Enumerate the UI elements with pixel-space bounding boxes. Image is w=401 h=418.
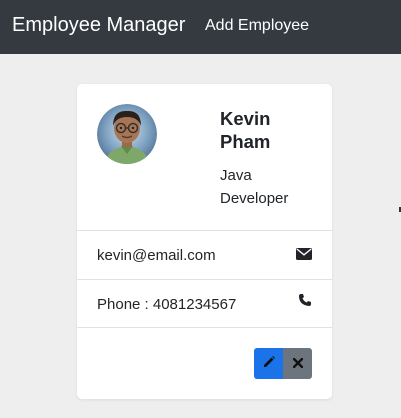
employee-job-title: Java Developer [220, 167, 289, 207]
navbar-brand[interactable]: Employee Manager [12, 14, 185, 37]
employee-phone: Phone : 4081234567 [97, 296, 237, 313]
edit-button[interactable] [254, 348, 283, 379]
envelope-icon [296, 247, 312, 265]
divider [77, 279, 332, 280]
avatar [97, 104, 157, 164]
divider [77, 230, 332, 231]
add-employee-link[interactable]: Add Employee [205, 17, 309, 35]
delete-button[interactable] [283, 348, 312, 379]
employee-email: kevin@email.com [97, 247, 216, 264]
divider [77, 327, 332, 328]
navbar: Employee Manager Add Employee [0, 0, 401, 54]
employee-name: Kevin Pham [220, 108, 271, 152]
action-button-group [254, 348, 312, 379]
close-icon [292, 356, 303, 371]
employee-card: Kevin Pham Java Developer kevin@email.co… [77, 84, 332, 399]
phone-icon [298, 293, 312, 312]
pencil-icon [263, 356, 275, 371]
